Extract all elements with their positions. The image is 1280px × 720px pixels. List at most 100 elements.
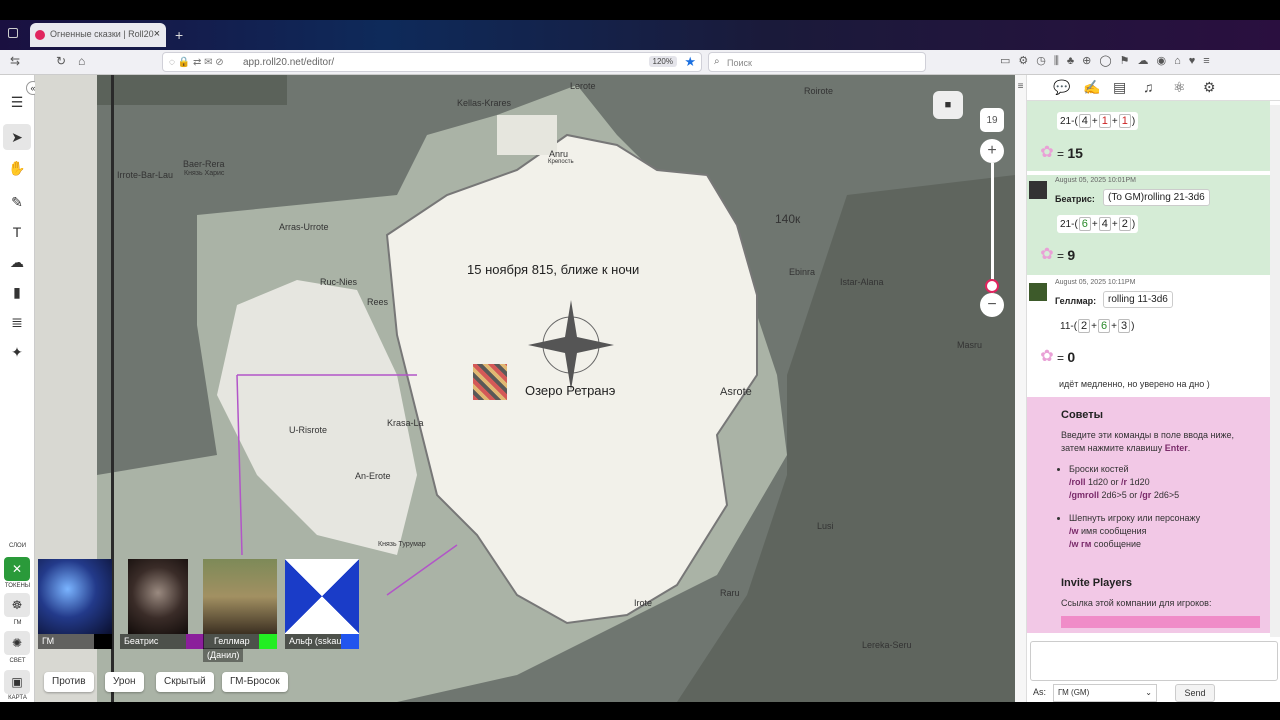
message-timestamp: August 05, 2025 10:01PM	[1055, 177, 1136, 184]
menu-icon[interactable]: ☰	[3, 89, 31, 115]
map-label: Roirote	[804, 86, 834, 96]
measure-tool-icon[interactable]: ▮	[3, 279, 31, 305]
chat-scrollbar[interactable]	[1270, 105, 1280, 637]
select-tool-icon[interactable]: ➤	[3, 124, 31, 150]
plus-sign: +	[1111, 116, 1118, 127]
avatar	[1029, 181, 1047, 199]
macro-button[interactable]: Против	[44, 672, 94, 692]
home-icon[interactable]: ⌂	[78, 54, 85, 68]
map-layer-button[interactable]: ▣	[4, 670, 30, 694]
pan-tool-icon[interactable]: ✋	[3, 155, 31, 181]
tab-journal-icon[interactable]: ▤	[1113, 79, 1126, 96]
tab-art-icon[interactable]: ✍	[1083, 79, 1100, 96]
roll20-favicon-icon	[35, 30, 45, 40]
map-label: Rees	[367, 297, 389, 307]
die-result: 3	[1117, 319, 1131, 333]
search-placeholder: Поиск	[727, 58, 752, 68]
invite-link[interactable]	[1061, 616, 1260, 628]
search-input[interactable]: ⌕ Поиск	[708, 52, 926, 72]
zoom-slider-handle[interactable]	[985, 279, 999, 293]
reload-icon[interactable]: ↻	[56, 54, 66, 68]
tab-close-icon[interactable]: ×	[154, 28, 160, 40]
close-paren: )	[1131, 219, 1136, 230]
player-subname: (Данил)	[203, 648, 244, 662]
tab-jukebox-icon[interactable]: ♫	[1143, 79, 1154, 95]
map-date-text: 15 ноября 815, ближе к ночи	[467, 262, 640, 277]
die-result: 1	[1098, 114, 1111, 128]
top-letterbox	[0, 0, 1280, 20]
die-result: 1	[1118, 114, 1131, 128]
map-label: Asrote	[720, 386, 752, 398]
bookmark-star-icon[interactable]: ★	[684, 54, 696, 70]
sidebar-toggle-icon[interactable]: ≡	[1015, 75, 1027, 702]
map-label: Istar-Alana	[840, 277, 884, 287]
dice-flower-icon: ✿	[1040, 144, 1054, 161]
browser-tab-bar: Огненные сказки | Roll20 × +	[0, 0, 1280, 50]
tab-decks-icon[interactable]: ⚛	[1173, 79, 1186, 96]
lake-name-label: Озеро Ретранэ	[525, 383, 616, 398]
command-args: 2d6>5	[1151, 490, 1180, 500]
camera-button[interactable]: ■	[933, 91, 963, 119]
chevron-down-icon: ⌄	[1145, 688, 1152, 697]
chat-input[interactable]	[1030, 641, 1278, 681]
die-result: 2	[1118, 217, 1131, 231]
window-menu-icon[interactable]	[8, 28, 18, 38]
tab-title: Огненные сказки | Roll20	[50, 29, 154, 39]
roll-prefix: 21-(	[1060, 116, 1078, 127]
command-text: /gr	[1139, 490, 1152, 500]
map-label: Kellas-Krares	[457, 98, 512, 108]
notes-tool-icon[interactable]: ≣	[3, 309, 31, 335]
command-text: /gmroll	[1069, 490, 1100, 500]
avatar	[128, 559, 188, 634]
speaking-as-value: ГМ (GM)	[1058, 688, 1090, 697]
browser-nav-bar: ⇆ ↻ ⌂ ◌ 🔒 ⇄ ✉ ⊘ app.roll20.net/editor/ 1…	[0, 50, 1280, 75]
fog-tool-icon[interactable]: ☁	[3, 249, 31, 275]
right-sidebar: ≡ 💬 ✍ ▤ ♫ ⚛ ⚙ 21-(4 +1 +1) ✿ = 15 August 0…	[1015, 75, 1280, 702]
player-card[interactable]: Беатрис	[120, 559, 204, 649]
avatar	[38, 559, 112, 634]
macro-button[interactable]: Скрытый	[156, 672, 214, 692]
zoom-slider-track[interactable]	[991, 163, 994, 293]
macro-button[interactable]: ГМ-Бросок	[222, 672, 288, 692]
roll-total: 15	[1067, 145, 1083, 161]
equals-sign: =	[1057, 249, 1065, 263]
player-card[interactable]: Геллмар (Данил)	[203, 559, 277, 662]
dice-tool-icon[interactable]: ✦	[3, 339, 31, 365]
gm-layer-button[interactable]: ☸	[4, 593, 30, 617]
tab-chat-icon[interactable]: 💬	[1053, 79, 1070, 96]
zoom-in-button[interactable]: +	[980, 139, 1004, 163]
chat-log: 21-(4 +1 +1) ✿ = 15 August 05, 2025 10:01P…	[1027, 101, 1270, 633]
browser-tab[interactable]: Огненные сказки | Roll20 ×	[30, 23, 166, 47]
zoom-indicator[interactable]: 120%	[648, 56, 677, 67]
extensions-toolbar[interactable]: ▭⚙◷⫼♣⊕◯⚑☁◉⌂♥≡	[1000, 54, 1218, 68]
draw-tool-icon[interactable]: ✎	[3, 189, 31, 215]
roll-formula: 21-(4 +1 +1)	[1057, 112, 1139, 130]
map-label: Lerote	[570, 81, 596, 91]
plus-sign: +	[1091, 321, 1098, 332]
help-item: Броски костей /roll 1d20 or /r 1d20 /gmr…	[1069, 463, 1270, 502]
new-tab-button[interactable]: +	[175, 27, 183, 43]
map-label: Князь Харис	[184, 170, 225, 177]
map-label: КАРТА	[8, 695, 27, 701]
light-layer-button[interactable]: ✺	[4, 631, 30, 655]
close-paren: )	[1131, 116, 1136, 127]
map-label: Masru	[957, 340, 983, 350]
command-args: сообщение	[1091, 539, 1142, 549]
roll20-app: ☰ ➤ ✋ ✎ T ☁ ▮ ≣ ✦ СЛОИ ✕ ТОКЕНЫ ☸ ГМ ✺ С…	[0, 75, 1280, 702]
macro-button[interactable]: Урон	[105, 672, 144, 692]
message-author: Беатрис:	[1055, 194, 1095, 204]
player-card[interactable]: Альф (sskaut)	[285, 559, 359, 649]
command-text: /w гм	[1069, 539, 1092, 549]
speaking-as-select[interactable]: ГМ (GM) ⌄	[1053, 684, 1157, 702]
text-tool-icon[interactable]: T	[3, 219, 31, 245]
close-paren: )	[1131, 321, 1135, 332]
tokens-layer-button[interactable]: ✕	[4, 557, 30, 581]
tab-settings-icon[interactable]: ⚙	[1203, 79, 1216, 96]
zoom-out-button[interactable]: −	[980, 293, 1004, 317]
url-bar[interactable]: ◌ 🔒 ⇄ ✉ ⊘ app.roll20.net/editor/ 120% ★	[162, 52, 702, 72]
party-token[interactable]	[473, 364, 507, 400]
send-button[interactable]: Send	[1175, 684, 1215, 702]
back-icon[interactable]: ⇆	[10, 54, 20, 68]
map-label: Arras-Urrote	[279, 222, 329, 232]
player-card[interactable]: ГМ	[38, 559, 112, 649]
